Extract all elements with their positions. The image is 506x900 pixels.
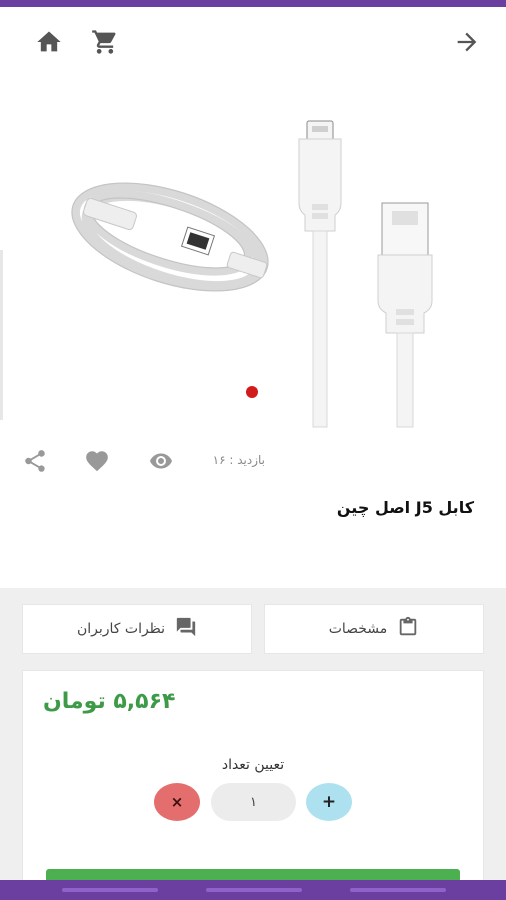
system-navigation-bar bbox=[0, 880, 506, 900]
share-icon[interactable] bbox=[22, 448, 48, 478]
tab-reviews-label: نظرات کاربران bbox=[76, 621, 166, 637]
product-image bbox=[0, 77, 506, 437]
tab-reviews[interactable]: نظرات کاربران bbox=[22, 604, 252, 654]
heart-icon[interactable] bbox=[84, 448, 110, 478]
nav-recent-indicator[interactable] bbox=[350, 888, 446, 892]
top-app-bar bbox=[0, 7, 506, 77]
purchase-card: ۵,۵۶۴ تومان تعیین تعداد × + bbox=[22, 670, 484, 900]
eye-icon bbox=[146, 449, 176, 477]
quantity-input[interactable] bbox=[211, 783, 296, 821]
product-title: کابل J5 اصل چین bbox=[336, 498, 474, 517]
clipboard-icon bbox=[397, 616, 419, 642]
product-price: ۵,۵۶۴ تومان bbox=[43, 689, 176, 714]
quantity-stepper: × + bbox=[23, 783, 483, 823]
page-edge bbox=[0, 250, 3, 420]
nav-home-indicator[interactable] bbox=[206, 888, 302, 892]
visit-count: بازدید : ۱۶ bbox=[212, 453, 265, 467]
usb-cable-image bbox=[71, 120, 433, 428]
remove-button[interactable]: × bbox=[154, 783, 200, 821]
status-bar bbox=[0, 0, 506, 7]
arrow-right-icon[interactable] bbox=[452, 27, 482, 57]
tab-specifications[interactable]: مشخصات bbox=[264, 604, 484, 654]
carousel-indicator[interactable] bbox=[246, 386, 258, 398]
comments-icon bbox=[175, 616, 197, 642]
quantity-label: تعیین تعداد bbox=[221, 757, 285, 773]
product-stats: بازدید : ۱۶ bbox=[0, 440, 506, 484]
home-icon[interactable] bbox=[34, 27, 64, 57]
cart-icon[interactable] bbox=[90, 27, 120, 57]
nav-back-indicator[interactable] bbox=[62, 888, 158, 892]
add-button[interactable]: + bbox=[306, 783, 352, 821]
tab-specifications-label: مشخصات bbox=[328, 621, 388, 637]
